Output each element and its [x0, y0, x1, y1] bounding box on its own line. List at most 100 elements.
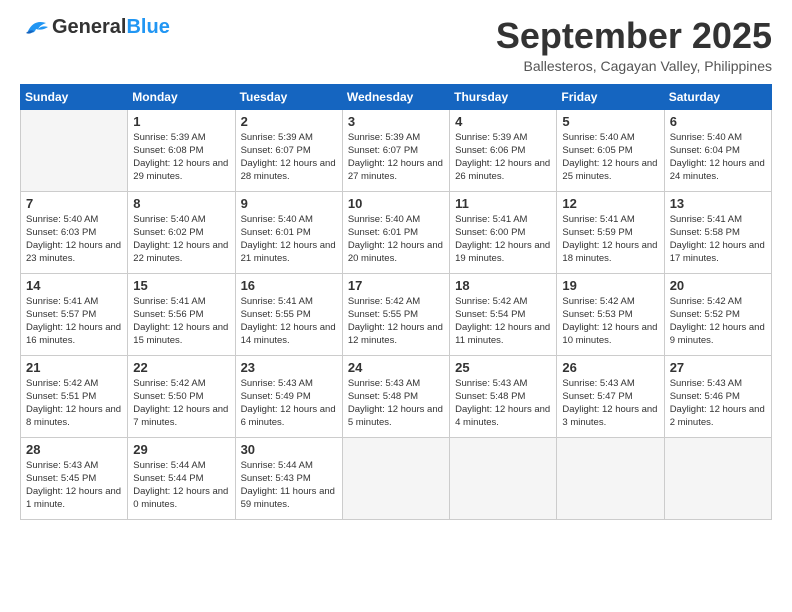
day-number: 25: [455, 360, 551, 375]
day-info: Sunrise: 5:41 AMSunset: 5:55 PMDaylight:…: [241, 295, 337, 348]
day-info: Sunrise: 5:43 AMSunset: 5:46 PMDaylight:…: [670, 377, 766, 430]
day-info: Sunrise: 5:40 AMSunset: 6:02 PMDaylight:…: [133, 213, 229, 266]
day-info: Sunrise: 5:40 AMSunset: 6:01 PMDaylight:…: [241, 213, 337, 266]
day-number: 13: [670, 196, 766, 211]
day-number: 23: [241, 360, 337, 375]
calendar-cell: [450, 437, 557, 519]
day-info: Sunrise: 5:40 AMSunset: 6:05 PMDaylight:…: [562, 131, 658, 184]
day-number: 4: [455, 114, 551, 129]
day-info: Sunrise: 5:40 AMSunset: 6:03 PMDaylight:…: [26, 213, 122, 266]
day-info: Sunrise: 5:39 AMSunset: 6:08 PMDaylight:…: [133, 131, 229, 184]
weekday-header-row: SundayMondayTuesdayWednesdayThursdayFrid…: [21, 84, 772, 109]
day-number: 24: [348, 360, 444, 375]
day-number: 6: [670, 114, 766, 129]
day-info: Sunrise: 5:41 AMSunset: 5:59 PMDaylight:…: [562, 213, 658, 266]
day-number: 12: [562, 196, 658, 211]
month-title: September 2025: [496, 16, 772, 56]
calendar-cell: 25Sunrise: 5:43 AMSunset: 5:48 PMDayligh…: [450, 355, 557, 437]
day-info: Sunrise: 5:43 AMSunset: 5:48 PMDaylight:…: [348, 377, 444, 430]
day-number: 21: [26, 360, 122, 375]
weekday-thursday: Thursday: [450, 84, 557, 109]
calendar-cell: 14Sunrise: 5:41 AMSunset: 5:57 PMDayligh…: [21, 273, 128, 355]
day-number: 16: [241, 278, 337, 293]
day-info: Sunrise: 5:40 AMSunset: 6:01 PMDaylight:…: [348, 213, 444, 266]
calendar-cell: 19 Sunrise: 5:42 AMSunset: 5:53 PMDayligh…: [557, 273, 664, 355]
calendar-cell: 1 Sunrise: 5:39 AMSunset: 6:08 PMDaylight…: [128, 109, 235, 191]
day-info: Sunrise: 5:41 AMSunset: 5:56 PMDaylight:…: [133, 295, 229, 348]
day-number: 30: [241, 442, 337, 457]
day-number: 9: [241, 196, 337, 211]
logo-bird-icon: [20, 17, 50, 39]
calendar-cell: 11 Sunrise: 5:41 AMSunset: 6:00 PMDayligh…: [450, 191, 557, 273]
day-info: Sunrise: 5:40 AMSunset: 6:04 PMDaylight:…: [670, 131, 766, 184]
calendar-cell: 16 Sunrise: 5:41 AMSunset: 5:55 PMDayligh…: [235, 273, 342, 355]
day-info: Sunrise: 5:44 AMSunset: 5:43 PMDaylight:…: [241, 459, 337, 512]
calendar-cell: 27 Sunrise: 5:43 AMSunset: 5:46 PMDayligh…: [664, 355, 771, 437]
calendar-cell: 12 Sunrise: 5:41 AMSunset: 5:59 PMDayligh…: [557, 191, 664, 273]
weekday-friday: Friday: [557, 84, 664, 109]
day-info: Sunrise: 5:39 AMSunset: 6:06 PMDaylight:…: [455, 131, 551, 184]
calendar-cell: 5 Sunrise: 5:40 AMSunset: 6:05 PMDaylight…: [557, 109, 664, 191]
day-number: 26: [562, 360, 658, 375]
logo-text: GeneralBlue: [52, 16, 170, 39]
day-number: 8: [133, 196, 229, 211]
calendar-cell: 20 Sunrise: 5:42 AMSunset: 5:52 PMDayligh…: [664, 273, 771, 355]
calendar-week-row: 14Sunrise: 5:41 AMSunset: 5:57 PMDayligh…: [21, 273, 772, 355]
day-info: Sunrise: 5:43 AMSunset: 5:49 PMDaylight:…: [241, 377, 337, 430]
logo: GeneralBlue: [20, 16, 170, 39]
page: GeneralBlue September 2025 Ballesteros, …: [0, 0, 792, 612]
day-info: Sunrise: 5:41 AMSunset: 6:00 PMDaylight:…: [455, 213, 551, 266]
calendar-cell: 30 Sunrise: 5:44 AMSunset: 5:43 PMDayligh…: [235, 437, 342, 519]
day-number: 18: [455, 278, 551, 293]
day-number: 5: [562, 114, 658, 129]
calendar-cell: 4 Sunrise: 5:39 AMSunset: 6:06 PMDaylight…: [450, 109, 557, 191]
day-info: Sunrise: 5:42 AMSunset: 5:52 PMDaylight:…: [670, 295, 766, 348]
calendar-cell: [342, 437, 449, 519]
calendar-cell: 8 Sunrise: 5:40 AMSunset: 6:02 PMDaylight…: [128, 191, 235, 273]
day-info: Sunrise: 5:42 AMSunset: 5:50 PMDaylight:…: [133, 377, 229, 430]
day-number: 29: [133, 442, 229, 457]
day-info: Sunrise: 5:42 AMSunset: 5:55 PMDaylight:…: [348, 295, 444, 348]
day-number: 3: [348, 114, 444, 129]
calendar-cell: [557, 437, 664, 519]
day-info: Sunrise: 5:39 AMSunset: 6:07 PMDaylight:…: [241, 131, 337, 184]
location: Ballesteros, Cagayan Valley, Philippines: [496, 58, 772, 74]
calendar-week-row: 21 Sunrise: 5:42 AMSunset: 5:51 PMDayligh…: [21, 355, 772, 437]
day-number: 19: [562, 278, 658, 293]
day-info: Sunrise: 5:43 AMSunset: 5:45 PMDaylight:…: [26, 459, 122, 512]
day-number: 11: [455, 196, 551, 211]
calendar-cell: 26 Sunrise: 5:43 AMSunset: 5:47 PMDayligh…: [557, 355, 664, 437]
title-block: September 2025 Ballesteros, Cagayan Vall…: [496, 16, 772, 74]
day-number: 28: [26, 442, 122, 457]
calendar-cell: 22Sunrise: 5:42 AMSunset: 5:50 PMDayligh…: [128, 355, 235, 437]
calendar-table: SundayMondayTuesdayWednesdayThursdayFrid…: [20, 84, 772, 520]
calendar-cell: [21, 109, 128, 191]
calendar-cell: 23 Sunrise: 5:43 AMSunset: 5:49 PMDayligh…: [235, 355, 342, 437]
weekday-tuesday: Tuesday: [235, 84, 342, 109]
calendar-cell: 6 Sunrise: 5:40 AMSunset: 6:04 PMDaylight…: [664, 109, 771, 191]
day-info: Sunrise: 5:39 AMSunset: 6:07 PMDaylight:…: [348, 131, 444, 184]
calendar-cell: 9 Sunrise: 5:40 AMSunset: 6:01 PMDaylight…: [235, 191, 342, 273]
day-number: 2: [241, 114, 337, 129]
day-info: Sunrise: 5:43 AMSunset: 5:47 PMDaylight:…: [562, 377, 658, 430]
header: GeneralBlue September 2025 Ballesteros, …: [20, 16, 772, 74]
calendar-cell: 17Sunrise: 5:42 AMSunset: 5:55 PMDayligh…: [342, 273, 449, 355]
calendar-cell: 24 Sunrise: 5:43 AMSunset: 5:48 PMDayligh…: [342, 355, 449, 437]
day-number: 20: [670, 278, 766, 293]
calendar-cell: 7Sunrise: 5:40 AMSunset: 6:03 PMDaylight…: [21, 191, 128, 273]
day-info: Sunrise: 5:42 AMSunset: 5:53 PMDaylight:…: [562, 295, 658, 348]
calendar-week-row: 1 Sunrise: 5:39 AMSunset: 6:08 PMDaylight…: [21, 109, 772, 191]
day-info: Sunrise: 5:41 AMSunset: 5:58 PMDaylight:…: [670, 213, 766, 266]
calendar-cell: 15Sunrise: 5:41 AMSunset: 5:56 PMDayligh…: [128, 273, 235, 355]
day-info: Sunrise: 5:44 AMSunset: 5:44 PMDaylight:…: [133, 459, 229, 512]
day-info: Sunrise: 5:42 AMSunset: 5:51 PMDaylight:…: [26, 377, 122, 430]
day-number: 14: [26, 278, 122, 293]
day-number: 1: [133, 114, 229, 129]
calendar-cell: 21 Sunrise: 5:42 AMSunset: 5:51 PMDayligh…: [21, 355, 128, 437]
calendar-week-row: 7Sunrise: 5:40 AMSunset: 6:03 PMDaylight…: [21, 191, 772, 273]
day-number: 27: [670, 360, 766, 375]
calendar-cell: 2 Sunrise: 5:39 AMSunset: 6:07 PMDaylight…: [235, 109, 342, 191]
weekday-sunday: Sunday: [21, 84, 128, 109]
day-number: 10: [348, 196, 444, 211]
calendar-cell: 10 Sunrise: 5:40 AMSunset: 6:01 PMDayligh…: [342, 191, 449, 273]
